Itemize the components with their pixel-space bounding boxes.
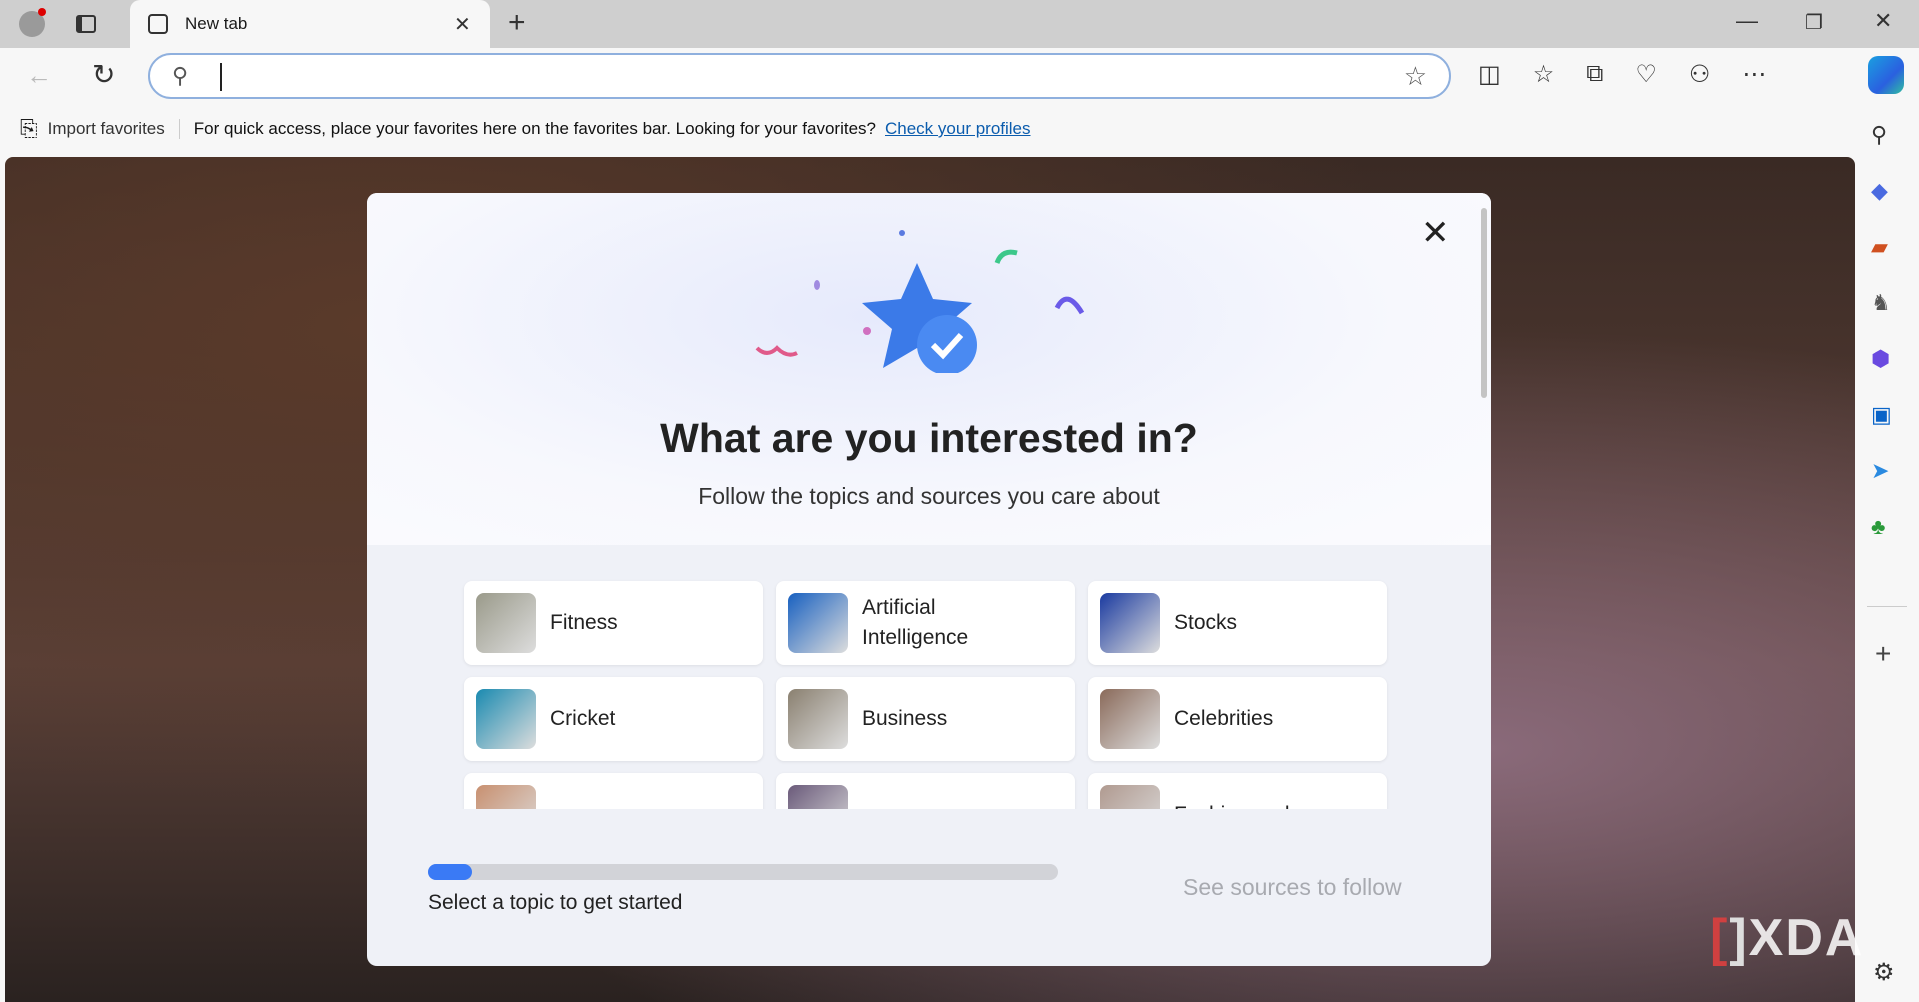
tab-actions-icon[interactable] — [72, 10, 100, 38]
close-tab-icon[interactable]: ✕ — [454, 12, 471, 37]
topic-card[interactable]: Business — [776, 677, 1075, 761]
dialog-title: What are you interested in? — [660, 415, 1198, 461]
topic-thumbnail — [476, 785, 536, 809]
topic-card[interactable]: Fashion and — [1088, 773, 1387, 809]
see-sources-button[interactable]: See sources to follow — [1183, 874, 1402, 901]
tab-new-tab[interactable]: New tab ✕ — [130, 0, 490, 49]
topic-label: Cricket — [550, 707, 616, 730]
topic-label: Fitness — [550, 611, 618, 634]
favorites-message: For quick access, place your favorites h… — [193, 119, 876, 138]
address-input[interactable] — [220, 63, 1320, 91]
check-profiles-link[interactable]: Check your profiles — [885, 119, 1031, 139]
topic-label: Celebrities — [1174, 707, 1274, 730]
topic-card[interactable]: Stocks — [1088, 581, 1387, 665]
dialog-scrollbar[interactable] — [1481, 208, 1487, 398]
new-tab-page-icon — [148, 14, 168, 34]
collections-icon[interactable]: ⧉ — [1586, 60, 1603, 89]
sidebar-search-icon[interactable]: ⚲ — [1871, 122, 1892, 148]
topic-thumbnail — [1100, 689, 1160, 749]
add-sidebar-app-icon[interactable]: + — [1875, 638, 1891, 670]
interests-dialog: What are you interested in? Follow the t… — [367, 193, 1491, 966]
progress-status: Select a topic to get started — [428, 891, 683, 914]
topic-card[interactable]: Artificial Intelligence — [776, 581, 1075, 665]
tree-icon[interactable]: ♣ — [1871, 514, 1892, 540]
topics-grid: Fitness Artificial Intelligence Stocks Cric… — [367, 545, 1477, 809]
microsoft-365-icon[interactable]: ⬢ — [1871, 346, 1892, 372]
topic-thumbnail — [1100, 785, 1160, 809]
close-window-button[interactable]: ✕ — [1874, 8, 1892, 34]
topic-label: Business — [862, 707, 948, 730]
xda-watermark: []XDA — [1710, 909, 1865, 967]
import-favorites-button[interactable]: Import favorites — [48, 119, 180, 139]
topic-card[interactable]: Cricket — [464, 677, 763, 761]
favorites-icon[interactable]: ☆ — [1533, 60, 1555, 89]
tools-icon[interactable]: ▰ — [1871, 234, 1892, 260]
tab-title: New tab — [185, 14, 248, 33]
topic-thumbnail — [476, 689, 536, 749]
topic-thumbnail — [788, 689, 848, 749]
topic-label: Fashion and — [1174, 800, 1290, 809]
topic-thumbnail — [1100, 593, 1160, 653]
drop-icon[interactable]: ➤ — [1871, 458, 1892, 484]
new-tab-button[interactable]: + — [508, 6, 526, 40]
edge-sidebar: ⚲ ◆ ▰ ♞ ⬢ ▣ ➤ ♣ + ⚙ — [1855, 108, 1919, 1002]
favorites-bar: ⎘ Import favorites For quick access, pla… — [0, 108, 1855, 150]
address-bar[interactable]: ⚲ ☆ — [148, 53, 1451, 99]
search-icon: ⚲ — [172, 63, 189, 88]
browser-essentials-icon[interactable]: ♡ — [1635, 60, 1657, 89]
star-check-illustration — [755, 230, 1085, 373]
topic-thumbnail — [788, 593, 848, 653]
topic-label: Stocks — [1174, 611, 1238, 634]
split-screen-icon[interactable]: ◫ — [1478, 60, 1501, 89]
topic-thumbnail — [788, 785, 848, 809]
extensions-icon[interactable]: ⚇ — [1689, 60, 1711, 89]
favorite-star-icon[interactable]: ☆ — [1404, 61, 1427, 92]
topic-card[interactable]: Fitness — [464, 581, 763, 665]
games-icon[interactable]: ♞ — [1871, 290, 1892, 316]
refresh-button[interactable]: ↻ — [92, 58, 115, 91]
topic-card[interactable]: Celebrities — [1088, 677, 1387, 761]
close-dialog-button[interactable]: ✕ — [1421, 213, 1450, 253]
sidebar-divider — [1867, 606, 1907, 607]
topic-card[interactable] — [464, 773, 763, 809]
profile-avatar-icon[interactable] — [14, 6, 50, 42]
restore-button[interactable]: ❐ — [1805, 10, 1823, 35]
copilot-icon[interactable] — [1868, 56, 1904, 94]
topic-card[interactable] — [776, 773, 1075, 809]
back-button[interactable]: ← — [26, 60, 52, 91]
progress-bar — [428, 864, 1058, 880]
more-menu-icon[interactable]: ⋯ — [1742, 60, 1766, 89]
minimize-button[interactable]: — — [1736, 8, 1758, 34]
sidebar-settings-icon[interactable]: ⚙ — [1873, 958, 1895, 987]
outlook-icon[interactable]: ▣ — [1871, 402, 1892, 428]
progress-fill — [428, 864, 473, 880]
tab-strip: New tab ✕ + — ❐ ✕ — [0, 0, 1919, 49]
dialog-subtitle: Follow the topics and sources you care a… — [698, 483, 1160, 509]
shopping-icon[interactable]: ◆ — [1871, 178, 1892, 204]
dialog-header: What are you interested in? Follow the t… — [367, 193, 1491, 545]
topic-label: Artificial Intelligence — [862, 596, 969, 649]
topic-thumbnail — [476, 593, 536, 653]
import-favorites-icon: ⎘ — [20, 116, 38, 141]
